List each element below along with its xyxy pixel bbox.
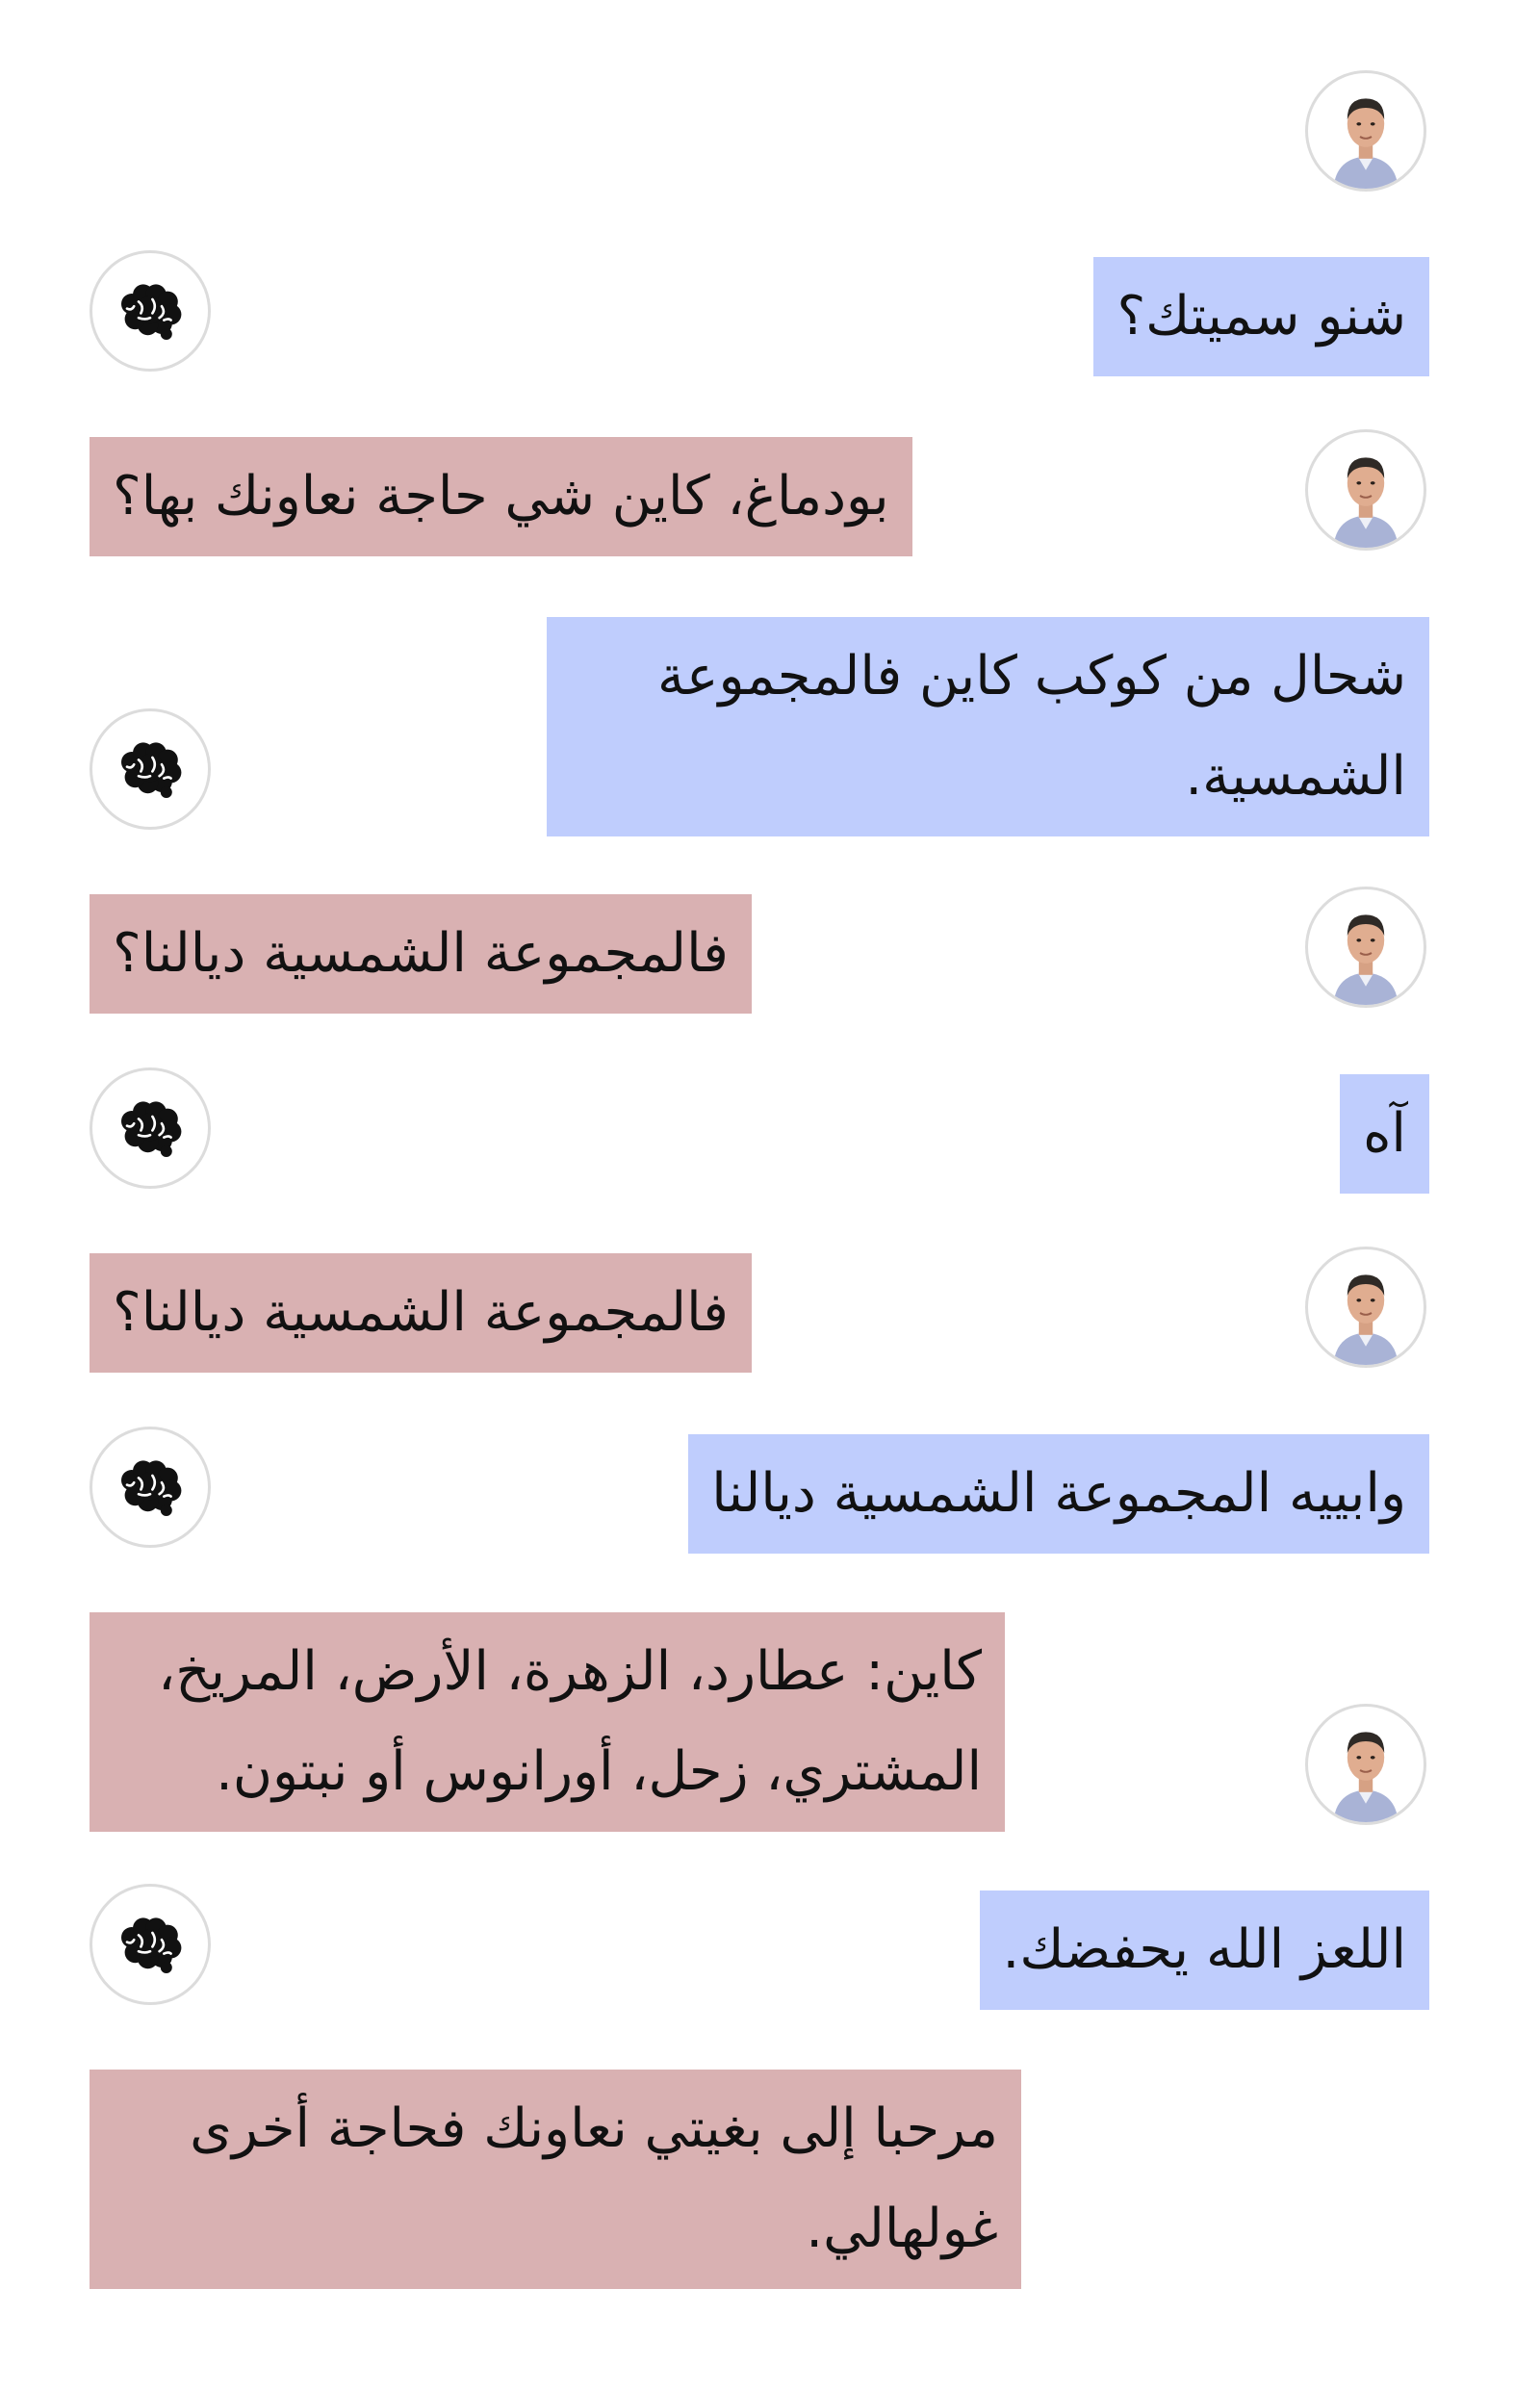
chat-page: { "conversation": { "messages": [ {"role…	[0, 0, 1540, 2392]
message-bubble-bot: بودماغ، كاين شي حاجة نعاونك بها؟	[90, 437, 912, 556]
message-bubble-user: وابييه المجموعة الشمسية ديالنا	[688, 1434, 1429, 1554]
message-bubble-user: شحال من كوكب كاين فالمجموعة الشمسية.	[547, 617, 1429, 836]
bot-avatar	[90, 1884, 211, 2005]
bot-avatar	[90, 1067, 211, 1189]
message-bubble-bot: فالمجموعة الشمسية ديالنا؟	[90, 1253, 752, 1373]
user-photo-icon	[1333, 1274, 1399, 1365]
brain-icon	[121, 1101, 182, 1157]
message-bubble-bot: كاين: عطارد، الزهرة، الأرض، المريخ، المش…	[90, 1612, 1005, 1832]
message-bubble-user: اللعز الله يحفضك.	[979, 1890, 1429, 2010]
user-photo-icon	[1333, 914, 1399, 1005]
user-photo-icon	[1333, 98, 1399, 189]
user-avatar	[1305, 887, 1426, 1008]
message-bubble-user: آه	[1340, 1074, 1429, 1194]
user-avatar	[1305, 70, 1426, 192]
user-avatar	[1305, 429, 1426, 551]
brain-icon	[121, 742, 182, 798]
brain-icon	[121, 1460, 182, 1516]
user-avatar	[1305, 1247, 1426, 1368]
brain-icon	[121, 1917, 182, 1973]
bot-avatar	[90, 1427, 211, 1548]
message-bubble-bot: فالمجموعة الشمسية ديالنا؟	[90, 894, 752, 1014]
bot-avatar	[90, 708, 211, 830]
message-bubble-bot: مرحبا إلى بغيتي نعاونك فحاجة أخرى غولهال…	[90, 2070, 1021, 2289]
bot-avatar	[90, 250, 211, 372]
user-photo-icon	[1333, 1732, 1399, 1822]
message-bubble-user: شنو سميتك؟	[1093, 257, 1429, 376]
user-avatar	[1305, 1704, 1426, 1825]
user-photo-icon	[1333, 457, 1399, 548]
brain-icon	[121, 284, 182, 340]
